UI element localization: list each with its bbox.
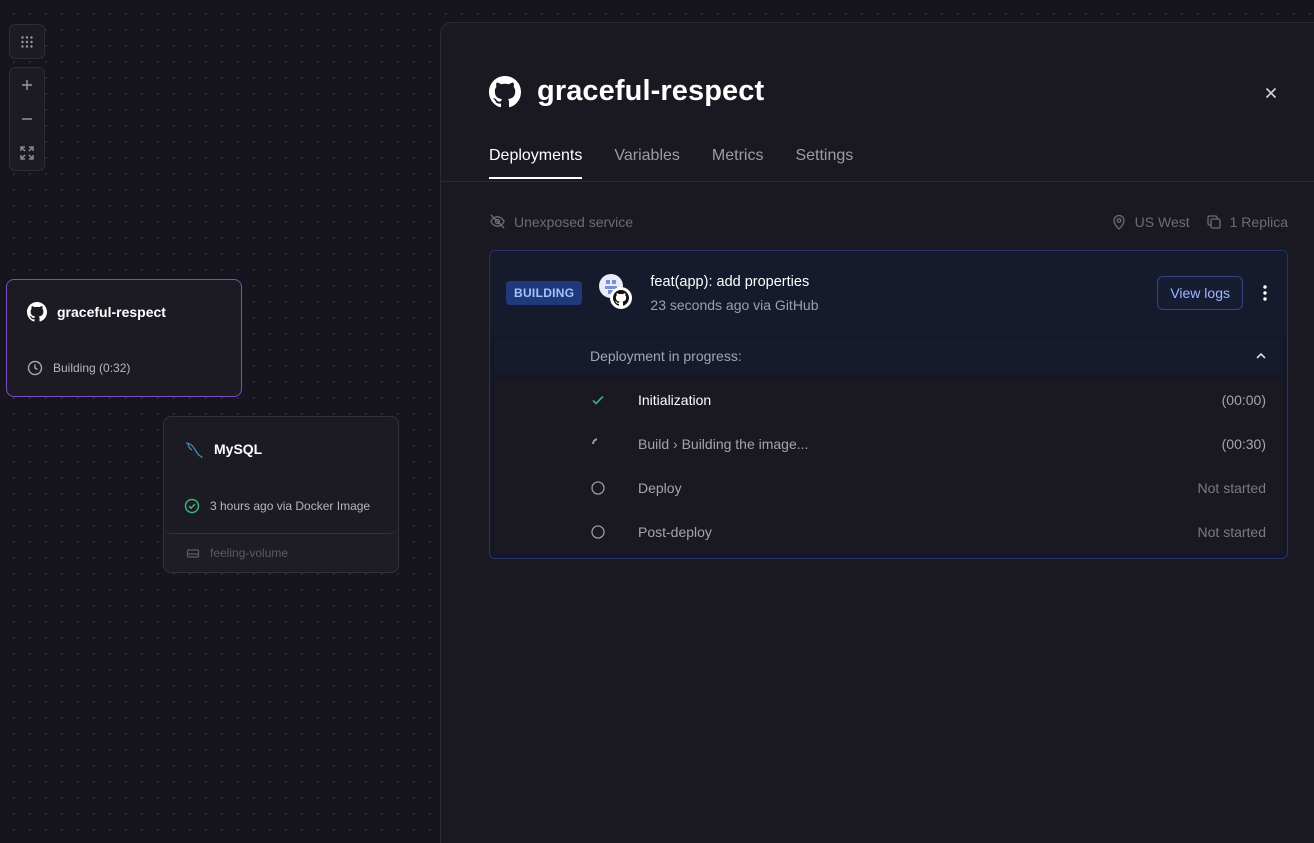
volume-disk-icon	[186, 549, 200, 558]
tab-metrics[interactable]: Metrics	[712, 147, 764, 179]
tabs-divider	[441, 181, 1314, 182]
deployment-steps: Initialization (00:00) Build › Building …	[494, 378, 1283, 554]
step-label: Initialization	[638, 392, 712, 408]
github-icon	[489, 75, 521, 107]
zoom-controls	[9, 67, 45, 171]
grid-icon	[21, 36, 33, 48]
replica-info[interactable]: 1 Replica	[1206, 213, 1288, 230]
check-icon	[590, 392, 606, 408]
plus-icon	[22, 80, 32, 90]
pending-circle-icon	[590, 524, 606, 540]
location-pin-icon	[1112, 214, 1125, 230]
mysql-volume-row[interactable]: feeling-volume	[186, 546, 288, 560]
close-panel-button[interactable]	[1259, 81, 1283, 105]
exposure-text: Unexposed service	[514, 213, 634, 230]
mysql-card-status-text: 3 hours ago via Docker Image	[210, 499, 371, 513]
service-meta-row: Unexposed service US West 1 Replica	[489, 213, 1288, 230]
step-time: (00:00)	[1221, 392, 1266, 408]
fit-view-icon	[20, 146, 34, 160]
spinner-icon	[590, 436, 606, 452]
service-card-mysql[interactable]: MySQL 3 hours ago via Docker Image feeli…	[163, 416, 399, 573]
service-card-header: graceful-respect	[27, 302, 166, 322]
service-card-status: Building (0:32)	[27, 360, 130, 376]
step-deploy: Deploy Not started	[494, 466, 1283, 510]
pending-circle-icon	[590, 480, 606, 496]
service-detail-panel: graceful-respect Deployments Variables M…	[440, 22, 1314, 843]
replica-text: 1 Replica	[1229, 213, 1288, 230]
step-time: (00:30)	[1221, 436, 1266, 452]
mysql-volume-name: feeling-volume	[210, 546, 289, 560]
step-label: Post-deploy	[638, 524, 712, 540]
github-badge-icon	[610, 287, 633, 309]
service-card-graceful-respect[interactable]: graceful-respect Building (0:32)	[6, 279, 242, 397]
collapse-button[interactable]	[1255, 350, 1267, 362]
commit-message: feat(app): add properties	[650, 273, 810, 290]
minus-icon	[22, 118, 32, 120]
check-circle-icon	[184, 498, 200, 514]
mysql-card-name: MySQL	[214, 441, 263, 457]
clock-icon	[27, 360, 43, 376]
more-vertical-icon	[1263, 285, 1267, 301]
github-icon	[27, 302, 47, 322]
canvas-menu-box	[9, 24, 45, 59]
step-label: Build › Building the image...	[638, 436, 809, 452]
deployment-summary[interactable]: BUILDING feat(app): add properties 23 se…	[490, 251, 1287, 335]
panel-title: graceful-respect	[537, 75, 765, 107]
mysql-card-header: MySQL	[184, 439, 262, 459]
close-icon	[1265, 87, 1277, 99]
zoom-in-button[interactable]	[10, 68, 44, 102]
more-options-button[interactable]	[1259, 285, 1271, 301]
mysql-card-main	[164, 417, 398, 534]
zoom-out-button[interactable]	[10, 102, 44, 136]
tab-deployments[interactable]: Deployments	[489, 147, 583, 179]
progress-header[interactable]: Deployment in progress:	[494, 339, 1283, 373]
tab-variables[interactable]: Variables	[614, 147, 680, 179]
panel-header: graceful-respect	[489, 75, 764, 108]
copy-replica-icon	[1206, 214, 1221, 229]
step-build: Build › Building the image... (00:30)	[494, 422, 1283, 466]
region-text: US West	[1134, 213, 1190, 230]
service-card-status-text: Building (0:32)	[53, 361, 131, 375]
tab-settings[interactable]: Settings	[795, 147, 853, 179]
step-label: Deploy	[638, 480, 682, 496]
chevron-up-icon	[1256, 352, 1266, 359]
service-card-name: graceful-respect	[57, 304, 166, 320]
panel-tabs: Deployments Variables Metrics Settings	[489, 147, 853, 179]
step-time: Not started	[1197, 480, 1266, 496]
region-info[interactable]: US West	[1111, 213, 1190, 230]
exposure-status[interactable]: Unexposed service	[489, 213, 633, 230]
step-initialization: Initialization (00:00)	[494, 378, 1283, 422]
mysql-dolphin-icon	[185, 442, 203, 459]
step-time: Not started	[1197, 524, 1266, 540]
commit-info: feat(app): add properties 23 seconds ago…	[650, 274, 818, 313]
grid-menu-button[interactable]	[10, 25, 44, 59]
progress-label: Deployment in progress:	[590, 348, 742, 364]
commit-meta: 23 seconds ago via GitHub	[650, 296, 819, 313]
meta-right-group: US West 1 Replica	[1111, 213, 1288, 230]
status-badge: BUILDING	[506, 281, 583, 305]
fit-view-button[interactable]	[10, 136, 44, 170]
eye-off-icon	[490, 214, 505, 229]
commit-avatar	[596, 273, 636, 313]
step-post-deploy: Post-deploy Not started	[494, 510, 1283, 554]
view-logs-button[interactable]: View logs	[1157, 276, 1243, 310]
mysql-card-status: 3 hours ago via Docker Image	[184, 498, 370, 514]
deployment-card: BUILDING feat(app): add properties 23 se…	[489, 250, 1288, 559]
